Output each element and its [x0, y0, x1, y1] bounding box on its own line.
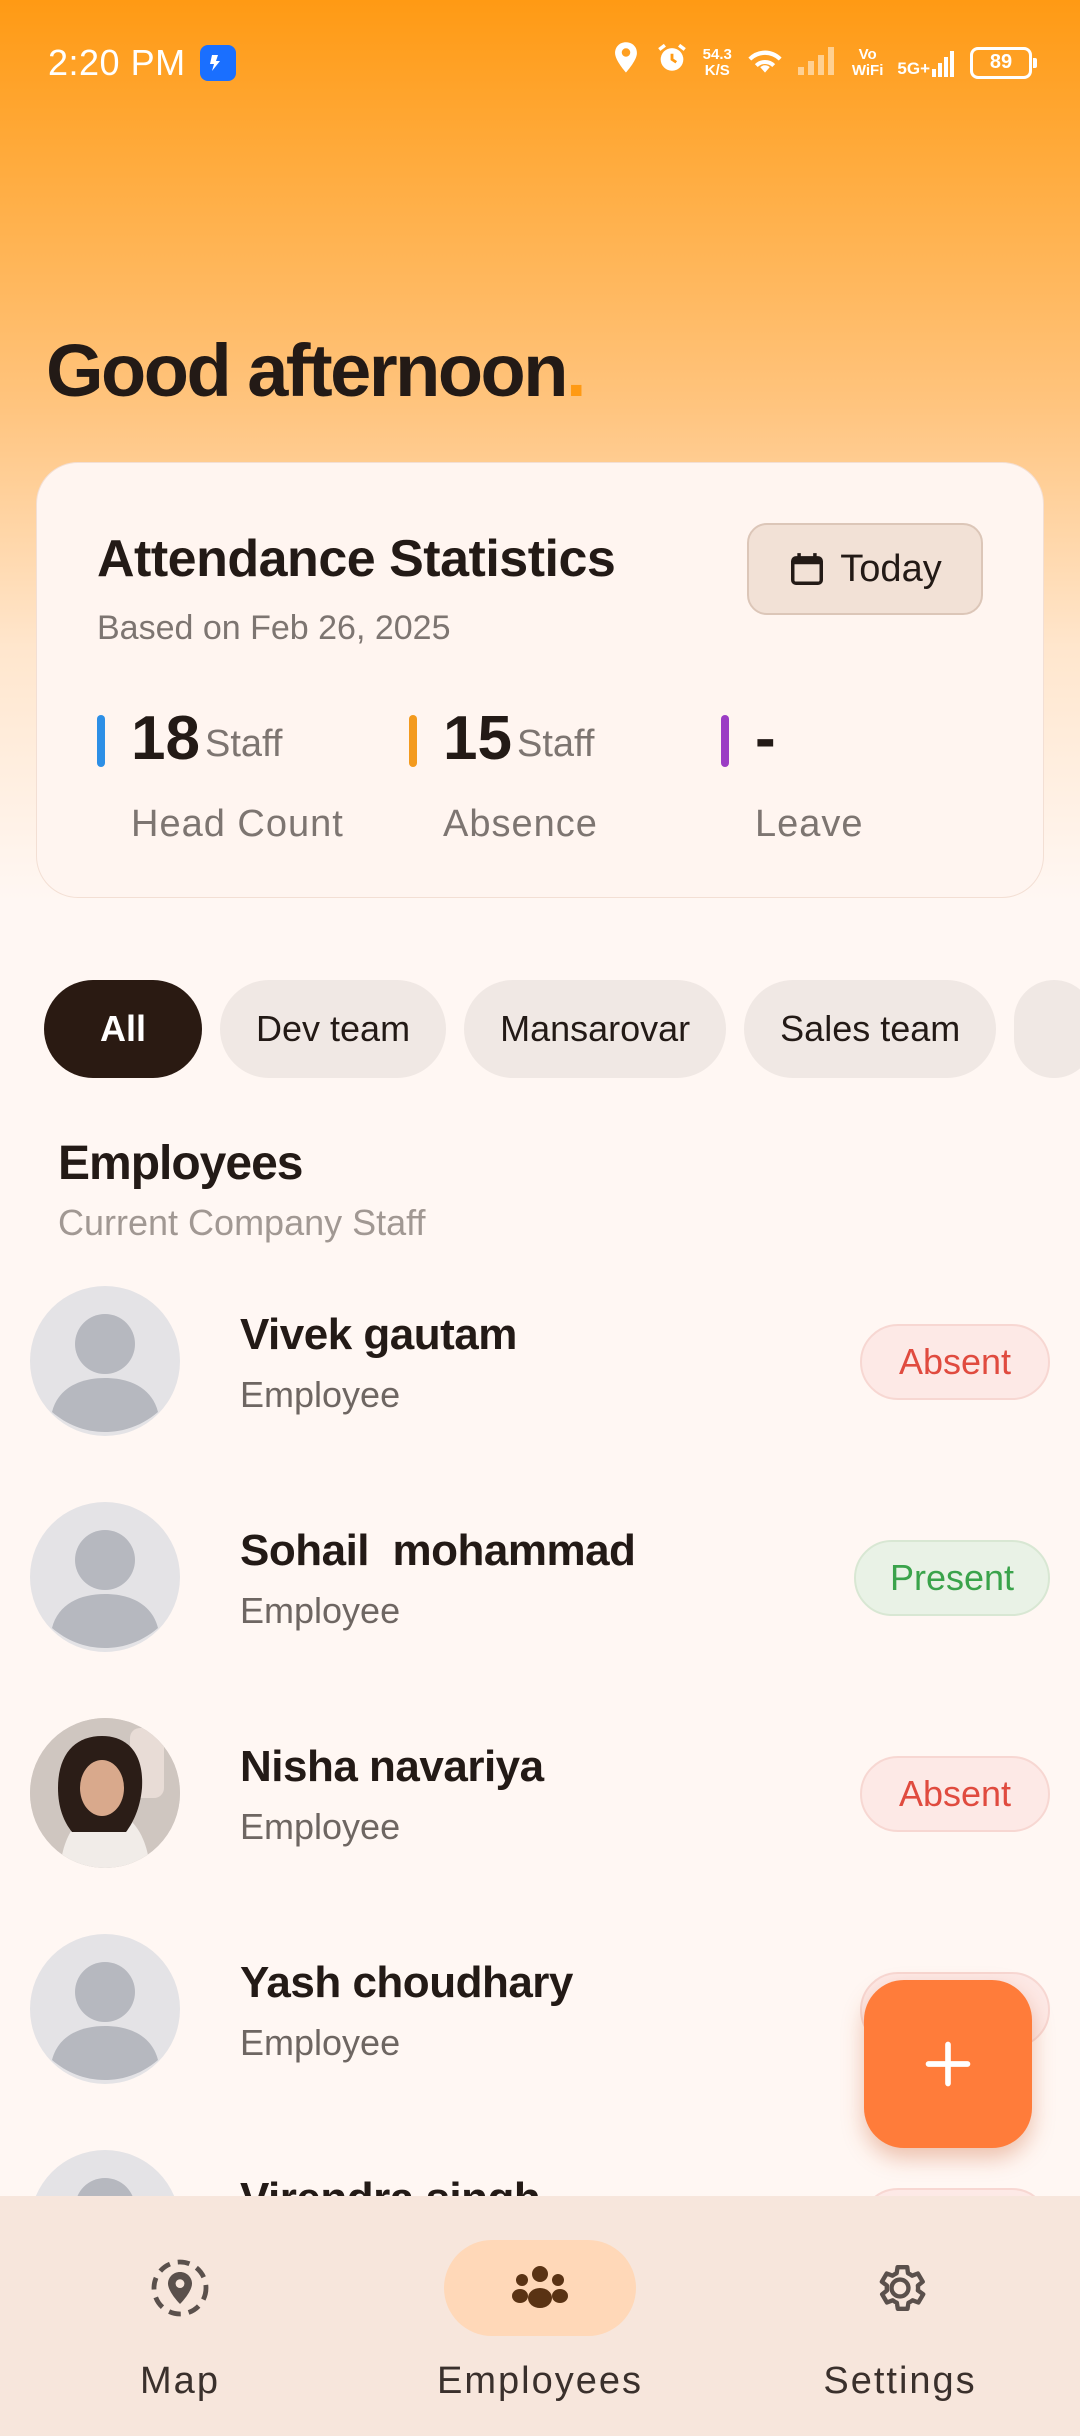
stats-subtitle: Based on Feb 26, 2025: [97, 609, 451, 647]
people-icon: [512, 2266, 568, 2308]
stat-bar-absence: [409, 715, 417, 767]
nav-label: Employees: [437, 2360, 643, 2402]
status-time: 2:20 PM: [48, 41, 186, 83]
employee-role: Employee: [240, 2022, 401, 2063]
employee-role: Employee: [240, 1590, 401, 1631]
employee-role: Employee: [240, 1806, 401, 1847]
nav-label: Settings: [823, 2360, 977, 2402]
chip-mansarovar[interactable]: Mansarovar: [464, 980, 727, 1078]
status-badge: Present: [854, 1540, 1050, 1616]
nav-item-settings[interactable]: Settings: [770, 2240, 1030, 2410]
chip-sales-team[interactable]: Sales team: [744, 980, 997, 1078]
stat-bar-leave: [721, 715, 729, 767]
alarm-icon: [655, 41, 689, 84]
stat-unit: Staff: [205, 723, 283, 765]
team-filter-chips: All Dev team Mansarovar Sales team: [44, 980, 1080, 1078]
chip-more[interactable]: [1014, 980, 1080, 1078]
date-filter-button[interactable]: Today: [747, 523, 983, 615]
date-filter-label: Today: [840, 547, 942, 590]
network-type: 5G+: [897, 58, 930, 78]
vowifi-label: Vo WiFi: [851, 45, 884, 79]
stat-unit: Staff: [517, 723, 595, 765]
nav-item-employees[interactable]: Employees: [410, 2240, 670, 2410]
employee-role: Employee: [240, 1374, 401, 1415]
stat-label: Leave: [755, 803, 864, 845]
app-notification-icon: [199, 44, 236, 81]
gear-icon: [879, 2265, 926, 2311]
plus-icon: [925, 2041, 971, 2087]
stats-title: Attendance Statistics: [97, 530, 616, 588]
bottom-navigation: Map Employees Settings: [0, 2196, 1080, 2436]
stat-value: 18: [131, 704, 200, 773]
stat-label: Head Count: [131, 803, 344, 845]
stat-bar-head-count: [97, 715, 105, 767]
nav-pill: [84, 2240, 276, 2336]
stat-label: Absence: [443, 803, 598, 845]
employee-row[interactable]: Vivek gautam Employee Absent: [0, 1284, 1080, 1484]
employee-row[interactable]: Nisha navariya Employee Absent: [0, 1716, 1080, 1916]
calendar-icon: [791, 553, 824, 585]
employee-name: Vivek gautam: [240, 1310, 517, 1359]
stat-value: 15: [443, 704, 512, 773]
attendance-stats-card: Attendance Statistics Based on Feb 26, 2…: [36, 462, 1044, 898]
add-employee-button[interactable]: [864, 1980, 1032, 2148]
speed-unit: K/S: [704, 61, 730, 79]
signal-5g: 5G+: [897, 49, 956, 77]
avatar-placeholder-icon: [30, 2150, 180, 2196]
status-bar: 2:20 PM 54.3 K/S Vo WiFi 5G+ 89: [0, 0, 1080, 125]
chip-all[interactable]: All: [44, 980, 203, 1078]
nav-pill: [804, 2240, 996, 2336]
stat-value: -: [755, 704, 776, 773]
employee-name: Yash choudhary: [240, 1958, 573, 2007]
employee-name: Virendra singh: [240, 2174, 541, 2196]
employees-title: Employees: [58, 1137, 303, 1190]
employees-subtitle: Current Company Staff: [58, 1202, 426, 1243]
speed-value: 54.3: [702, 45, 732, 63]
map-pin-icon: [151, 2259, 209, 2317]
avatar-placeholder-icon: [30, 1286, 180, 1436]
signal-weak-icon: [797, 42, 838, 84]
location-icon: [611, 41, 641, 84]
greeting-dot: .: [565, 329, 587, 412]
vowifi-top: Vo: [858, 45, 877, 63]
greeting-heading: Good afternoon.: [46, 328, 587, 413]
nav-item-map[interactable]: Map: [50, 2240, 310, 2410]
status-badge: [860, 2188, 1050, 2196]
avatar-placeholder-icon: [30, 1502, 180, 1652]
avatar-placeholder-icon: [30, 1934, 180, 2084]
employee-name: Nisha navariya: [240, 1742, 544, 1791]
employee-row[interactable]: Sohail mohammad Employee Present: [0, 1500, 1080, 1700]
vowifi-bottom: WiFi: [851, 61, 884, 79]
wifi-icon: [746, 42, 784, 84]
nav-label: Map: [140, 2360, 220, 2402]
signal-strong-icon: [932, 50, 954, 77]
employee-row[interactable]: Virendra singh: [0, 2148, 1080, 2196]
chip-dev-team[interactable]: Dev team: [220, 980, 447, 1078]
greeting-text: Good afternoon: [46, 329, 568, 412]
battery-icon: 89: [970, 46, 1037, 79]
avatar-photo: [30, 1718, 180, 1868]
network-speed: 54.3 K/S: [702, 45, 732, 79]
employee-name: Sohail mohammad: [240, 1526, 636, 1575]
nav-pill-active: [444, 2240, 636, 2336]
status-badge: Absent: [860, 1324, 1050, 1400]
status-badge: Absent: [860, 1756, 1050, 1832]
